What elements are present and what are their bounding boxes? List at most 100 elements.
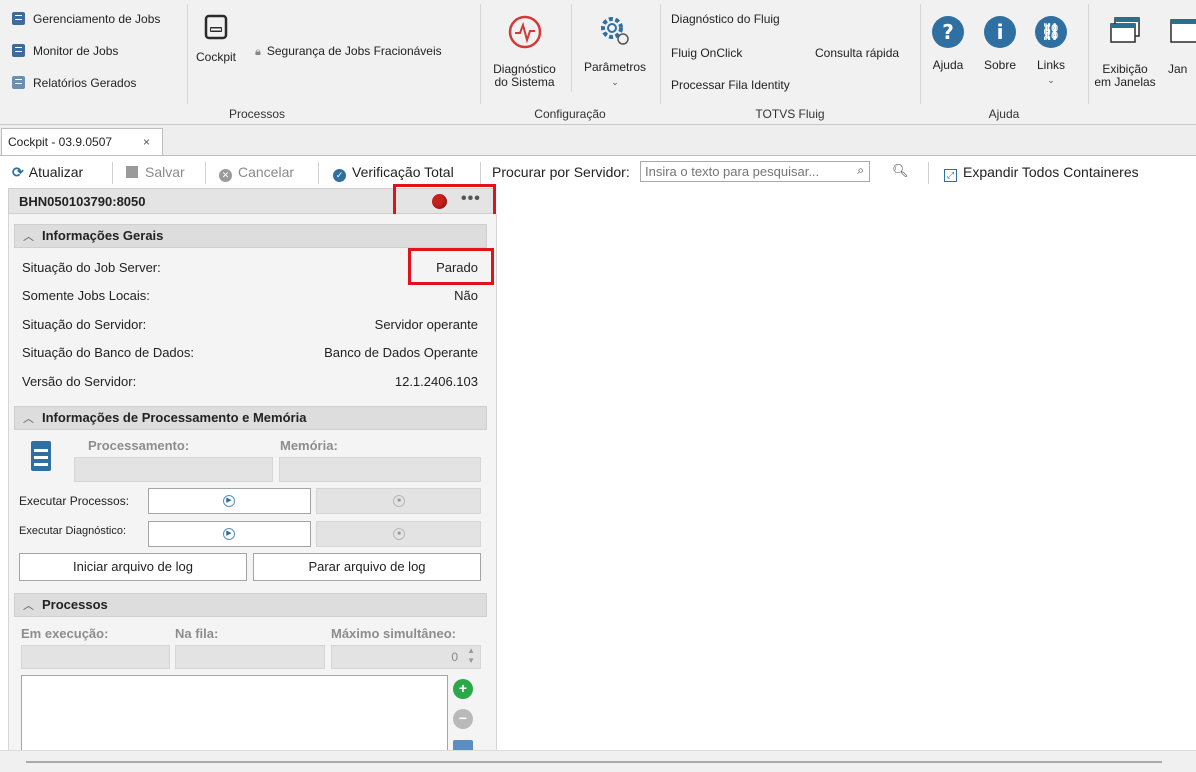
toolbar: ⟳ Atualizar Salvar ✕ Cancelar ✓ Verificação… [0, 156, 1196, 188]
stop-icon: ■ [393, 528, 405, 540]
exibicao-janelas-button[interactable]: Exibição em Janelas [1094, 16, 1156, 89]
group-label-configuracao: Configuração [534, 107, 606, 121]
cancel-icon: ✕ [219, 169, 232, 182]
cockpit-button[interactable]: Cockpit [194, 14, 238, 64]
cancelar-button[interactable]: ✕ Cancelar [219, 164, 294, 182]
remove-icon[interactable]: − [453, 709, 473, 729]
search-input[interactable] [645, 163, 845, 180]
fluig-onclick-button[interactable]: Fluig OnClick [671, 46, 742, 60]
janelas-button[interactable]: Jan [1168, 16, 1196, 76]
toolbar-separator [205, 162, 206, 184]
check-icon: ✓ [333, 169, 346, 182]
maximo-simultaneo-value: 0 [451, 650, 458, 664]
stop-icon: ■ [393, 495, 405, 507]
group-label-totvs: TOTVS Fluig [755, 107, 825, 121]
play-icon: ▶ [223, 495, 235, 507]
consulta-rapida-button[interactable]: Consulta rápida [815, 46, 899, 60]
ribbon-separator [1088, 4, 1089, 104]
toolbar-separator [112, 162, 113, 184]
lock-icon: 🔒︎ [255, 46, 261, 58]
search-box[interactable]: ⌕ [640, 161, 870, 182]
section-processos[interactable]: ︿ Processos [14, 593, 487, 617]
atualizar-button[interactable]: ⟳ Atualizar [12, 164, 83, 181]
verificacao-total-button[interactable]: ✓ Verificação Total [333, 164, 454, 182]
seguranca-jobs-button[interactable]: 🔒︎ Segurança de Jobs Fracionáveis [255, 44, 442, 59]
add-icon[interactable]: + [453, 679, 473, 699]
tab-cockpit[interactable]: Cockpit - 03.9.0507 × [1, 128, 163, 155]
processamento-bar [74, 457, 273, 482]
em-execucao-field [21, 645, 170, 669]
pulse-icon [508, 15, 541, 49]
reports-icon [12, 76, 25, 89]
ribbon-separator [187, 4, 188, 104]
maximo-simultaneo-label: Máximo simultâneo: [331, 626, 456, 641]
maximo-simultaneo-stepper[interactable]: 0 ▲ ▼ [331, 645, 481, 669]
info-row: Situação do Servidor: Servidor operante [22, 317, 478, 332]
tab-strip [0, 125, 1196, 156]
ribbon-monitor-jobs[interactable]: Monitor de Jobs [12, 44, 118, 58]
horizontal-scrollbar[interactable] [0, 750, 1196, 772]
refresh-icon: ⟳ [12, 164, 24, 180]
server-icon [31, 441, 51, 471]
chevron-down-icon: ⌄ [611, 77, 619, 87]
salvar-button[interactable]: Salvar [126, 164, 185, 180]
cockpit-icon [204, 14, 228, 40]
parar-log-button[interactable]: Parar arquivo de log [253, 553, 481, 581]
scrollbar-track[interactable] [26, 761, 1162, 763]
toolbar-separator [928, 162, 929, 184]
info-icon: i [984, 16, 1016, 48]
em-execucao-label: Em execução: [21, 626, 109, 641]
chevron-up-icon: ︿ [23, 231, 34, 243]
expandir-containeres-button[interactable]: ⤢ Expandir Todos Containeres [944, 164, 1139, 182]
iniciar-log-button[interactable]: Iniciar arquivo de log [19, 553, 247, 581]
links-button[interactable]: ⛓︎ Links ⌄ [1031, 16, 1071, 87]
memoria-bar [279, 457, 481, 482]
toolbar-separator [480, 162, 481, 184]
diagnostico-sistema-button[interactable]: Diagnóstico do Sistema [487, 14, 562, 89]
procurar-label: Procurar por Servidor: [492, 164, 630, 180]
server-name: BHN050103790:8050 [19, 194, 146, 209]
info-row: Situação do Banco de Dados: Banco de Dad… [22, 345, 478, 360]
processamento-label: Processamento: [88, 438, 190, 453]
parametros-button[interactable]: Parâmetros ⌄ [576, 14, 654, 89]
save-icon [126, 166, 138, 178]
ajuda-button[interactable]: ? Ajuda [928, 16, 968, 72]
executar-processos-stop[interactable]: ■ [316, 488, 481, 514]
chevron-down-icon: ⌄ [1047, 75, 1055, 85]
section-informacoes-gerais[interactable]: ︿ Informações Gerais [14, 224, 487, 248]
group-label-processos: Processos [228, 107, 286, 121]
executar-diagnostico-stop[interactable]: ■ [316, 521, 481, 547]
play-icon: ▶ [223, 528, 235, 540]
executar-processos-play[interactable]: ▶ [148, 488, 311, 514]
sobre-button[interactable]: i Sobre [980, 16, 1020, 72]
ribbon-gerenciamento-jobs[interactable]: Gerenciamento de Jobs [12, 12, 160, 26]
na-fila-field [175, 645, 325, 669]
window-icon [1170, 19, 1196, 43]
edit-icon[interactable] [453, 740, 473, 750]
processos-list[interactable] [21, 675, 448, 751]
stepper-arrows-icon[interactable]: ▲ ▼ [467, 646, 475, 666]
close-icon[interactable]: × [143, 129, 150, 155]
ribbon-relatorios-gerados[interactable]: Relatórios Gerados [12, 76, 136, 90]
monitor-icon [12, 44, 25, 57]
expand-icon: ⤢ [944, 169, 957, 182]
processar-fila-button[interactable]: Processar Fila Identity [671, 78, 790, 92]
info-row: Somente Jobs Locais: Não [22, 288, 478, 303]
link-icon: ⛓︎ [1035, 16, 1067, 48]
executar-diagnostico-label: Executar Diagnóstico: [19, 525, 126, 537]
diagnostico-fluig-button[interactable]: Diagnóstico do Fluig [671, 12, 780, 26]
toolbar-separator [318, 162, 319, 184]
ribbon: Gerenciamento de Jobs Monitor de Jobs Re… [0, 0, 1196, 125]
zoom-icon[interactable]: 🔍︎ [892, 163, 909, 179]
chevron-up-icon: ︿ [23, 413, 34, 425]
search-icon[interactable]: ⌕ [857, 163, 864, 178]
executar-processos-label: Executar Processos: [19, 494, 130, 508]
executar-diagnostico-play[interactable]: ▶ [148, 521, 311, 547]
jobs-icon [12, 12, 25, 25]
help-icon: ? [932, 16, 964, 48]
section-processamento-memoria[interactable]: ︿ Informações de Processamento e Memória [14, 406, 487, 430]
na-fila-label: Na fila: [175, 626, 219, 641]
ribbon-separator [480, 4, 481, 104]
group-label-ajuda: Ajuda [988, 107, 1020, 121]
ribbon-separator [920, 4, 921, 104]
